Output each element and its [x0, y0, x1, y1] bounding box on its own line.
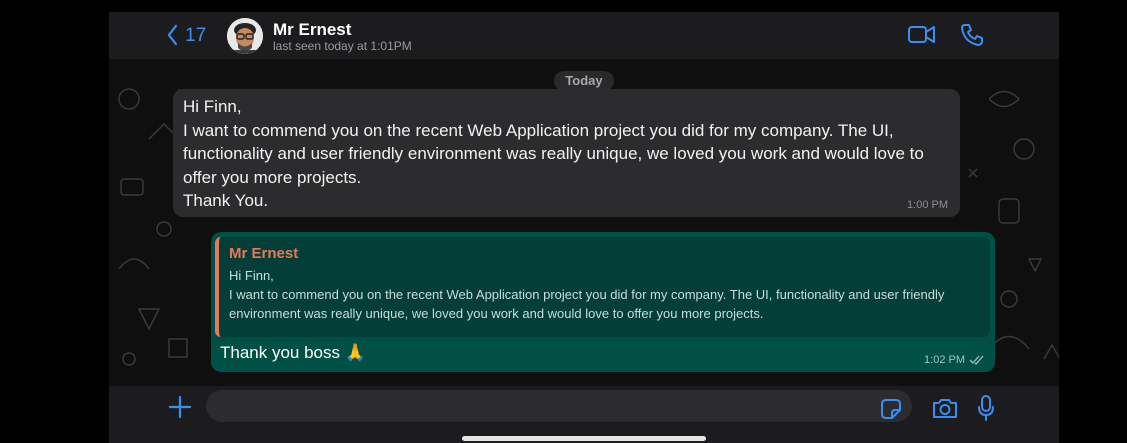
voice-call-button[interactable] — [959, 22, 989, 48]
avatar[interactable] — [227, 18, 263, 54]
date-separator: Today — [554, 71, 614, 91]
chat-header: 17 Mr Ernest last seen today at 1:01PM — [109, 12, 1059, 59]
quoted-message[interactable]: Mr Ernest Hi Finn, I want to commend you… — [215, 237, 990, 337]
message-list[interactable]: Today Hi Finn, I want to commend you on … — [109, 59, 1059, 386]
sticker-icon — [881, 399, 901, 419]
microphone-icon — [978, 395, 994, 421]
plus-icon — [168, 395, 192, 419]
whatsapp-chat-screen: 17 Mr Ernest last seen today at 1:01PM T… — [109, 12, 1059, 443]
back-button[interactable]: 17 — [165, 24, 206, 47]
outgoing-message-text: Thank you boss 🙏 — [220, 343, 366, 362]
video-call-button[interactable] — [907, 22, 937, 48]
message-input-bar — [109, 386, 1059, 443]
phone-icon — [961, 24, 983, 46]
incoming-message-text: Hi Finn, I want to commend you on the re… — [183, 97, 924, 210]
quoted-sender: Mr Ernest — [229, 245, 299, 262]
message-input[interactable] — [206, 390, 912, 422]
sticker-button[interactable] — [880, 398, 902, 420]
outgoing-message-time: 1:02 PM — [924, 354, 965, 366]
home-indicator[interactable] — [462, 436, 706, 441]
contact-name[interactable]: Mr Ernest — [273, 20, 351, 40]
incoming-message[interactable]: Hi Finn, I want to commend you on the re… — [173, 89, 960, 217]
incoming-message-time: 1:00 PM — [907, 199, 948, 211]
chevron-left-icon — [166, 24, 177, 47]
double-check-icon — [969, 355, 984, 365]
quoted-text: Hi Finn, I want to commend you on the re… — [229, 268, 945, 321]
outgoing-message[interactable]: Mr Ernest Hi Finn, I want to commend you… — [211, 232, 995, 372]
last-seen-status: last seen today at 1:01PM — [273, 39, 412, 53]
camera-icon — [933, 399, 957, 418]
camera-button[interactable] — [931, 396, 959, 420]
unread-count: 17 — [185, 24, 207, 46]
attach-button[interactable] — [167, 394, 193, 420]
microphone-button[interactable] — [977, 394, 995, 422]
video-call-icon — [908, 26, 935, 43]
outgoing-message-meta: 1:02 PM — [924, 354, 985, 366]
